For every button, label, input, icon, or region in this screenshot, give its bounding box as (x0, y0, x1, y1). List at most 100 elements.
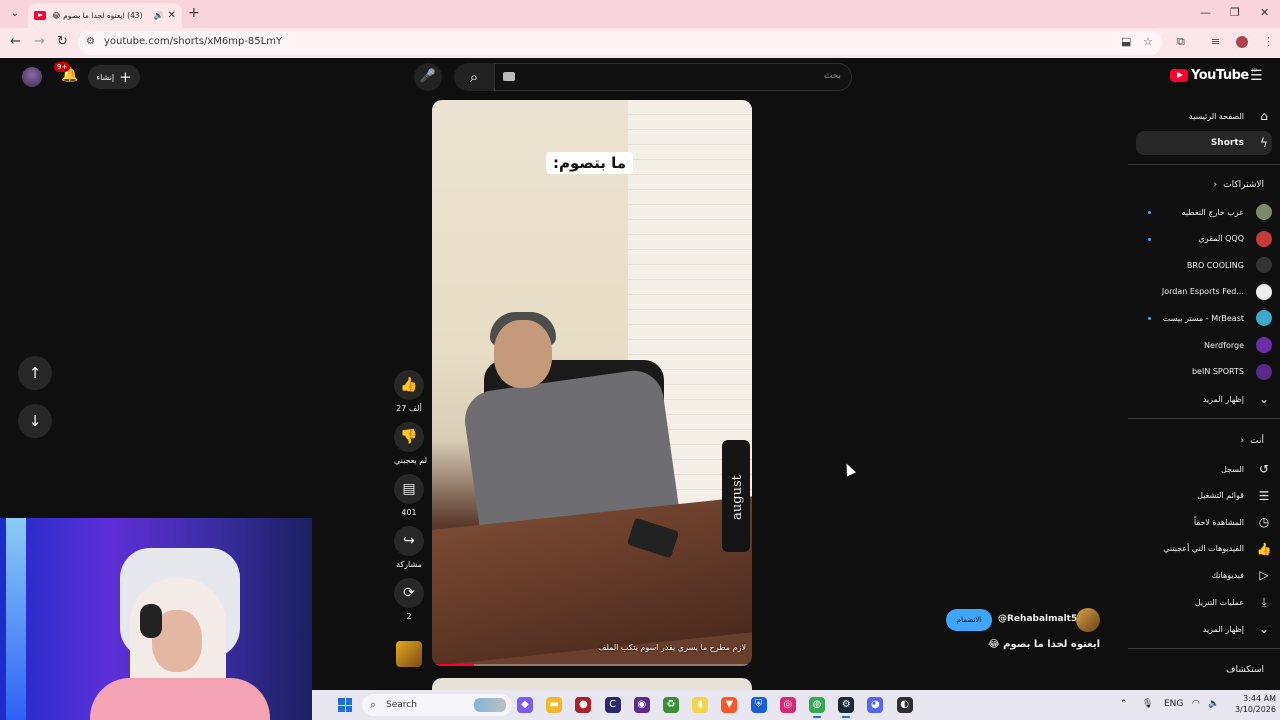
windows-start-icon[interactable] (338, 698, 352, 712)
sidebar-you-item[interactable]: المشاهدة لاحقاً ◷ (1136, 510, 1272, 534)
active-tab[interactable]: (43) ايعتوه لحدا ما بصوم 😂 🔊 ✕ (28, 3, 182, 28)
extensions-icon[interactable]: ⧉ (1177, 35, 1185, 49)
webcam-light-strip (6, 518, 26, 720)
sidebar-item-shorts[interactable]: Shorts ϟ (1136, 131, 1272, 155)
account-avatar[interactable] (22, 67, 42, 87)
install-app-icon[interactable]: ⬓ (1121, 35, 1131, 48)
app-purple-icon[interactable]: ◉ (633, 697, 650, 713)
taskbar-search[interactable]: ⌕ Search (362, 694, 512, 716)
sidebar-item-home[interactable]: الصفحة الرئيسية ⌂ (1136, 104, 1272, 128)
thumbs-down-icon: 👎 (394, 422, 424, 452)
sidebar-you-item[interactable]: الفيديوهات التي أعجبتني 👍 (1136, 537, 1272, 561)
sidebar-you-item[interactable]: فيديوهاتك ▷ (1136, 563, 1272, 587)
subscriptions-header-label: الاشتراكات (1223, 180, 1264, 190)
subscriptions-header[interactable]: › الاشتراكات (1214, 180, 1264, 190)
sidebar-item-label: عمليات التنزيل (1194, 597, 1244, 607)
window-close-button[interactable]: ✕ (1260, 6, 1269, 19)
short-video-player[interactable]: august ما بتصوم: لازم مطرح ما يسري يقدر … (432, 100, 752, 666)
sidebar-item-label: المشاهدة لاحقاً (1193, 517, 1244, 527)
sidebar-you-item[interactable]: السجل ↺ (1136, 457, 1272, 481)
youtube-logo[interactable]: YouTube JO (1170, 68, 1257, 83)
volume-icon[interactable]: 🔈 (1208, 699, 1219, 709)
minimize-button[interactable]: — (1200, 6, 1211, 19)
sidebar-subscription-item[interactable]: Jordan Esports Fed... (1136, 280, 1272, 304)
language-indicator[interactable]: ENG (1164, 699, 1183, 709)
obs-icon[interactable]: ◐ (896, 697, 913, 713)
short-title[interactable]: ايعتوه لحدا ما بصوم 😂 (988, 639, 1100, 650)
steam-icon[interactable]: ⚙ (838, 697, 855, 718)
address-bar[interactable]: ⚙ youtube.com/shorts/xM6mp-85LmY (78, 31, 1162, 55)
browser-menu-icon[interactable]: ⋮ (1263, 35, 1274, 48)
forward-button[interactable]: → (34, 34, 45, 49)
share-button[interactable]: ↪ مشاركة (394, 526, 424, 569)
guide-menu-icon[interactable]: ☰ (1250, 68, 1263, 84)
url-text: youtube.com/shorts/xM6mp-85LmY (104, 36, 283, 47)
app-red-icon[interactable]: ● (575, 697, 592, 713)
audio-playing-icon[interactable]: 🔊 (154, 11, 164, 20)
profile-avatar[interactable] (1235, 35, 1249, 49)
app-c-icon[interactable]: C (604, 697, 621, 713)
plus-icon: + (119, 67, 132, 86)
next-short-preview[interactable] (432, 678, 752, 690)
tab-search-button[interactable]: ⌄ (6, 6, 24, 22)
webcam-overlay (0, 518, 312, 720)
remix-button[interactable]: ⟳ 2 (394, 578, 424, 621)
brave-icon[interactable]: ▼ (721, 697, 738, 713)
sidebar-subscription-item[interactable]: المقري QQQ (1136, 227, 1272, 251)
you-header[interactable]: › أنت (1241, 436, 1264, 446)
history-icon: ↺ (1258, 462, 1270, 476)
sidebar-you-item[interactable]: عمليات التنزيل ⤓ (1136, 590, 1272, 614)
comments-button[interactable]: ▤ 401 (394, 474, 424, 517)
site-info-icon[interactable]: ⚙ (86, 36, 95, 47)
shorts-icon: ϟ (1260, 136, 1268, 150)
channel-name[interactable]: @Rehabalmalt54 (998, 614, 1083, 624)
app-green-icon[interactable]: ♻ (663, 697, 679, 713)
voice-search-mic-icon[interactable]: 🎤 (414, 63, 442, 91)
next-short-button[interactable]: ↓ (18, 404, 52, 438)
reload-button[interactable]: ↻ (57, 34, 68, 49)
copilot-icon[interactable]: ◆ (517, 697, 533, 713)
new-tab-button[interactable]: + (188, 5, 200, 21)
download-icon: ⤓ (1261, 594, 1267, 609)
create-button[interactable]: إنشاء + (88, 65, 140, 89)
wifi-icon[interactable]: ◠ (1192, 699, 1200, 709)
restore-button[interactable]: ❐ (1230, 6, 1240, 19)
sidebar-show-more-subscriptions[interactable]: إظهار المزيد ⌄ (1136, 387, 1272, 411)
channel-avatar[interactable] (1076, 608, 1100, 632)
keyboard-icon[interactable] (503, 72, 515, 81)
microphone-icon[interactable]: 🎙 (1142, 699, 1153, 709)
search-button[interactable]: ⌕ (454, 63, 494, 91)
join-button[interactable]: الانضمام (946, 609, 992, 631)
like-button[interactable]: 👍 27 ألف (394, 370, 424, 413)
tab-close-icon[interactable]: ✕ (168, 10, 176, 21)
tray-overflow-chevron-icon[interactable]: ⌃ (1120, 699, 1128, 709)
sidebar-subscription-item[interactable]: عرب خارج التغطيه (1136, 200, 1272, 224)
media-controls-icon[interactable]: ≡ (1211, 35, 1220, 48)
bookmark-star-icon[interactable]: ☆ (1143, 35, 1153, 48)
bitwarden-icon[interactable]: ⛨ (750, 697, 767, 713)
sidebar-show-more-you[interactable]: إظهار المزيد ⌄ (1136, 617, 1272, 641)
instagram-icon[interactable]: ◎ (779, 697, 796, 713)
thermos-label: august (729, 475, 745, 520)
sidebar-subscription-item[interactable]: Nerdforge (1136, 333, 1272, 357)
you-header-label: أنت (1250, 436, 1264, 446)
sidebar-item-label: إظهار المزيد (1202, 394, 1244, 404)
sound-thumbnail[interactable] (396, 641, 422, 667)
discord-icon[interactable]: ◕ (867, 697, 884, 713)
video-progress-bar[interactable] (432, 664, 752, 666)
previous-short-button[interactable]: ↑ (18, 356, 52, 390)
sidebar-item-label: BRO COOLING (1186, 260, 1244, 270)
channel-info: الانضمام @Rehabalmalt54 (944, 607, 1100, 633)
chrome-icon[interactable]: ◍ (809, 697, 825, 718)
sidebar-you-item[interactable]: قوائم التشغيل ☰ (1136, 484, 1272, 508)
like-icon: 👍 (1256, 541, 1272, 556)
sidebar-subscription-item[interactable]: beIN SPORTS (1136, 360, 1272, 384)
taskbar-clock[interactable]: 3:44 AM 3/10/2026 (1232, 693, 1276, 715)
search-input[interactable]: بحث (494, 63, 852, 91)
app-duck-icon[interactable]: ◖ (692, 697, 709, 713)
sidebar-subscription-item[interactable]: مستر بيست - MrBeast (1136, 306, 1272, 330)
file-explorer-icon[interactable]: ▬ (546, 697, 563, 713)
sidebar-subscription-item[interactable]: BRO COOLING (1136, 253, 1272, 277)
dislike-button[interactable]: 👎 لم يعجبني (394, 422, 427, 465)
back-button[interactable]: ← (10, 34, 21, 49)
